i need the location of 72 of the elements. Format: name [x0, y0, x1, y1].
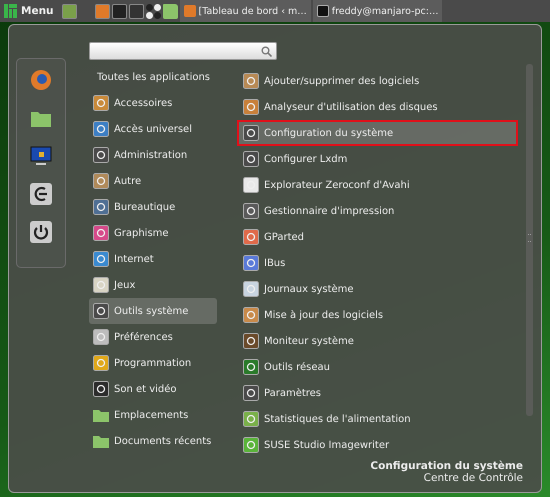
- application-icon: [243, 177, 259, 193]
- application-icon: [243, 151, 259, 167]
- application-item[interactable]: Analyseur d'utilisation des disques: [237, 94, 518, 120]
- category-icon: [93, 173, 109, 189]
- application-item[interactable]: GParted: [237, 224, 518, 250]
- application-icon: [243, 229, 259, 245]
- logout-icon[interactable]: [30, 183, 52, 205]
- application-icon: [243, 255, 259, 271]
- application-item[interactable]: IBus: [237, 250, 518, 276]
- category-item[interactable]: Emplacements: [89, 402, 217, 428]
- window-tab[interactable]: [Tableau de bord ‹ m…: [180, 0, 311, 22]
- category-item[interactable]: Administration: [89, 142, 217, 168]
- category-icon: [93, 199, 109, 215]
- category-icon: [93, 381, 109, 397]
- category-item[interactable]: Documents récents: [89, 428, 217, 454]
- application-icon: [243, 437, 259, 453]
- application-item[interactable]: SUSE Studio Imagewriter: [237, 432, 518, 458]
- folder-icon: [93, 407, 109, 423]
- application-icon: [243, 203, 259, 219]
- application-icon: [243, 411, 259, 427]
- category-icon: [93, 225, 109, 241]
- category-item[interactable]: Programmation: [89, 350, 217, 376]
- application-item[interactable]: Moniteur système: [237, 328, 518, 354]
- application-icon: [243, 333, 259, 349]
- application-item[interactable]: Configuration du système: [237, 120, 518, 146]
- application-item[interactable]: Configurer Lxdm: [237, 146, 518, 172]
- application-item[interactable]: Ajouter/supprimer des logiciels: [237, 68, 518, 94]
- monitor-icon[interactable]: [30, 145, 52, 167]
- search-icon: [261, 46, 272, 56]
- category-item[interactable]: Outils système: [89, 298, 217, 324]
- application-item[interactable]: Mise à jour des logiciels: [237, 302, 518, 328]
- application-item[interactable]: Explorateur Zeroconf d'Avahi: [237, 172, 518, 198]
- category-item[interactable]: Internet: [89, 246, 217, 272]
- application-icon: [243, 73, 259, 89]
- category-item[interactable]: Jeux: [89, 272, 217, 298]
- menu-button[interactable]: Menu: [2, 1, 60, 21]
- application-item[interactable]: Gestionnaire d'impression: [237, 198, 518, 224]
- category-icon: [93, 329, 109, 345]
- application-item[interactable]: Statistiques de l'alimentation: [237, 406, 518, 432]
- power-icon[interactable]: [30, 221, 52, 243]
- application-icon: [243, 281, 259, 297]
- search-field[interactable]: [89, 42, 277, 60]
- scrollbar[interactable]: [526, 64, 533, 416]
- selected-app-name: Configuration du système: [369, 460, 523, 472]
- category-item[interactable]: Autre: [89, 168, 217, 194]
- category-item[interactable]: Son et vidéo: [89, 376, 217, 402]
- category-item[interactable]: Toutes les applications: [89, 64, 217, 90]
- category-item[interactable]: Accessoires: [89, 90, 217, 116]
- category-icon: [93, 277, 109, 293]
- application-icon: [243, 99, 259, 115]
- folder-icon: [93, 433, 109, 449]
- category-item[interactable]: Accès universel: [89, 116, 217, 142]
- application-item[interactable]: Outils réseau: [237, 354, 518, 380]
- category-icon: [93, 147, 109, 163]
- application-icon: [243, 385, 259, 401]
- category-item[interactable]: Graphisme: [89, 220, 217, 246]
- circles-launcher-icon[interactable]: [146, 4, 161, 18]
- category-icon: [93, 95, 109, 111]
- category-icon: [93, 303, 109, 319]
- application-item[interactable]: Journaux système: [237, 276, 518, 302]
- category-item[interactable]: Préférences: [89, 324, 217, 350]
- application-icon: [243, 359, 259, 375]
- category-icon: [93, 251, 109, 267]
- application-icon: [243, 307, 259, 323]
- category-icon: [93, 355, 109, 371]
- window-tab[interactable]: freddy@manjaro-pc:…: [312, 0, 442, 22]
- category-item[interactable]: Bureautique: [89, 194, 217, 220]
- application-icon: [243, 125, 259, 141]
- manjaro-logo-icon: [4, 4, 17, 18]
- selected-app-description: Centre de Contrôle: [422, 472, 523, 484]
- category-icon: [93, 121, 109, 137]
- application-item[interactable]: Paramètres: [237, 380, 518, 406]
